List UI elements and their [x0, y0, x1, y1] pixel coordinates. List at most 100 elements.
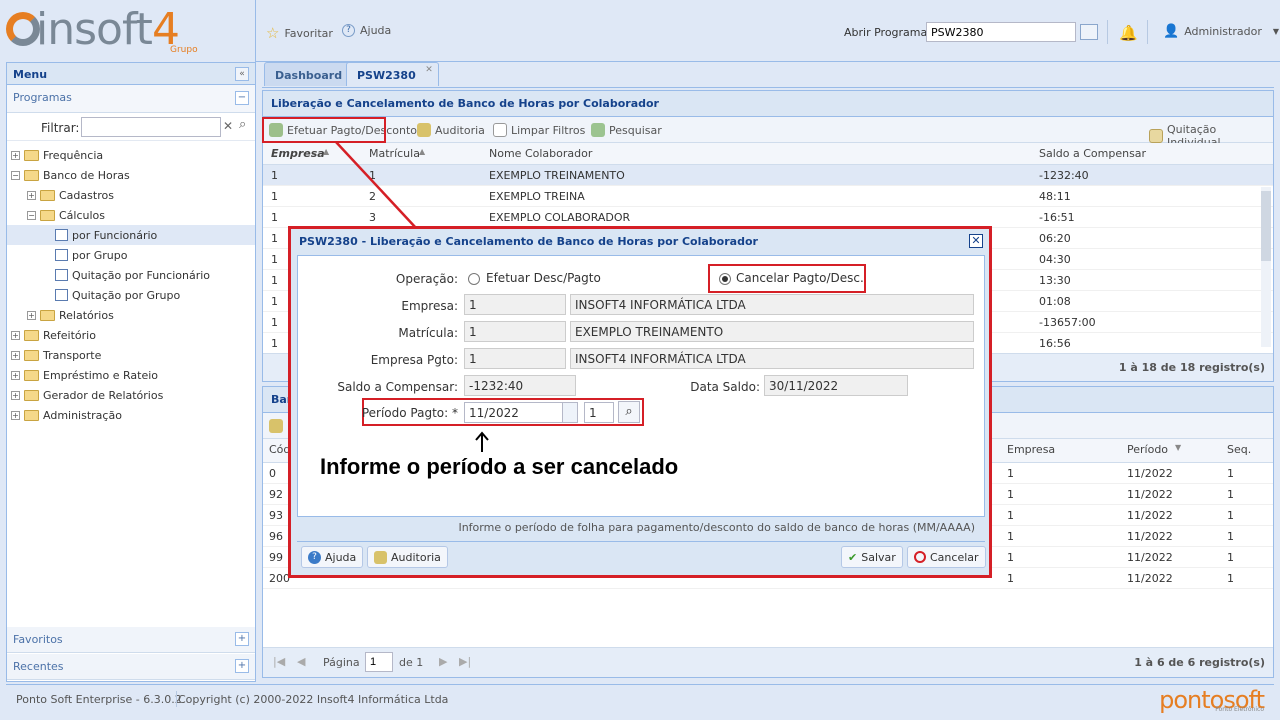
empresa-pgto-name-field: INSOFT4 INFORMÁTICA LTDA	[570, 348, 974, 369]
expand-icon[interactable]: +	[235, 659, 249, 673]
cancel-button[interactable]: Cancelar	[907, 546, 986, 568]
expand-icon[interactable]: +	[11, 410, 20, 420]
expand-icon[interactable]: +	[11, 350, 20, 360]
folder-icon	[24, 409, 39, 421]
audit-icon	[269, 419, 283, 433]
prev-page-icon[interactable]: ◀	[297, 655, 305, 668]
tree-item-relatorios[interactable]: + Relatórios	[7, 305, 255, 325]
search-button[interactable]: Pesquisar	[591, 123, 662, 137]
expand-icon[interactable]: +	[11, 330, 20, 340]
expand-icon[interactable]: +	[11, 150, 20, 160]
check-icon: ✔	[848, 550, 858, 564]
tree-item-calculos[interactable]: − Cálculos	[7, 205, 255, 225]
recent-panel-header[interactable]: Recentes +	[7, 654, 255, 680]
expand-icon[interactable]: +	[11, 390, 20, 400]
header-divider	[1147, 20, 1148, 44]
op-pay-label[interactable]: Efetuar Desc/Pagto	[486, 271, 601, 285]
chevron-down-icon: ▼	[1272, 27, 1279, 36]
clear-filter-icon[interactable]: ✕	[223, 119, 233, 133]
version-text: Ponto Soft Enterprise - 6.3.0.2	[16, 693, 182, 706]
data-saldo-field: 30/11/2022	[764, 375, 908, 396]
radio-cancel[interactable]	[719, 273, 731, 285]
tree-item-gerador-relatorios[interactable]: + Gerador de Relatórios	[7, 385, 255, 405]
radio-pay[interactable]	[468, 273, 480, 285]
pager-info: 1 à 6 de 6 registro(s)	[1134, 656, 1265, 669]
save-button[interactable]: ✔ Salvar	[841, 546, 903, 568]
help-button[interactable]: ? Ajuda	[342, 24, 391, 37]
empresa-label: Empresa:	[401, 299, 458, 313]
op-cancel-label[interactable]: Cancelar Pagto/Desc.	[736, 271, 864, 285]
tree-item-frequencia[interactable]: + Frequência	[7, 145, 255, 165]
tab-psw2380[interactable]: PSW2380 ✕	[346, 62, 439, 86]
scrollbar[interactable]	[1261, 187, 1271, 347]
clear-filters-button[interactable]: Limpar Filtros	[493, 123, 585, 137]
user-menu[interactable]: 👤 Administrador ▼	[1163, 24, 1279, 39]
collapse-icon[interactable]: −	[27, 210, 36, 220]
audit-button[interactable]	[269, 419, 283, 433]
help-button[interactable]: ? Ajuda	[301, 546, 364, 568]
tree-item-transporte[interactable]: + Transporte	[7, 345, 255, 365]
filter-input[interactable]	[81, 117, 221, 137]
page-label: Página	[323, 656, 360, 669]
close-tab-icon[interactable]: ✕	[425, 65, 433, 75]
expand-icon[interactable]: +	[27, 310, 36, 320]
folder-icon	[24, 389, 39, 401]
favorite-button[interactable]: ☆ Favoritar	[266, 24, 333, 42]
bell-icon[interactable]: 🔔	[1119, 24, 1138, 42]
col-seq[interactable]: Seq.	[1227, 443, 1251, 456]
col-nome[interactable]: Nome Colaborador	[489, 147, 592, 160]
calendar-icon[interactable]	[562, 402, 578, 423]
hint-text: Informe o período de folha para pagament…	[458, 521, 975, 534]
col-saldo[interactable]: Saldo a Compensar	[1039, 147, 1146, 160]
copyright-text: Copyright (c) 2000-2022 Insoft4 Informát…	[178, 693, 449, 706]
favorites-panel-header[interactable]: Favoritos +	[7, 627, 255, 653]
tab-dashboard[interactable]: Dashboard	[264, 62, 354, 86]
audit-button[interactable]: Auditoria	[417, 123, 485, 137]
grid-pager: |◀ ◀ Página de 1 ▶ ▶| 1 à 6 de 6 registr…	[263, 647, 1273, 677]
col-empresa[interactable]: Empresa	[1007, 443, 1055, 456]
scrollbar-thumb[interactable]	[1261, 191, 1271, 261]
expand-icon[interactable]: +	[27, 190, 36, 200]
annotation-text: Informe o período a ser cancelado	[320, 454, 679, 479]
close-icon[interactable]: ✕	[969, 234, 983, 248]
search-icon[interactable]: ⌕	[239, 117, 246, 132]
tree-item-refeitorio[interactable]: + Refeitório	[7, 325, 255, 345]
tree-item-administracao[interactable]: + Administração	[7, 405, 255, 425]
audit-button[interactable]: Auditoria	[367, 546, 448, 568]
page-input[interactable]	[365, 652, 393, 672]
matricula-label: Matrícula:	[398, 326, 458, 340]
last-page-icon[interactable]: ▶|	[459, 655, 471, 668]
arrow-up-icon	[475, 431, 489, 452]
collapse-icon[interactable]: «	[235, 67, 249, 81]
modal-divider	[297, 541, 985, 542]
tree-item-banco-de-horas[interactable]: − Banco de Horas	[7, 165, 255, 185]
collapse-programs-icon[interactable]: −	[235, 91, 249, 105]
col-empresa[interactable]: Empresa	[271, 147, 325, 160]
tree-item-por-grupo[interactable]: por Grupo	[7, 245, 255, 265]
tree-item-quitacao-grupo[interactable]: Quitação por Grupo	[7, 285, 255, 305]
connector-line	[335, 141, 417, 229]
help-icon: ?	[308, 550, 321, 564]
first-page-icon[interactable]: |◀	[273, 655, 285, 668]
edit-icon	[1149, 129, 1163, 143]
sidebar: Menu « Programas − Filtrar: ✕ ⌕ + Frequênci…	[6, 62, 256, 682]
audit-icon	[417, 123, 431, 137]
empresa-code-field: 1	[464, 294, 566, 315]
folder-icon	[40, 189, 55, 201]
periodo-seq-input[interactable]: 1	[584, 402, 614, 423]
collapse-icon[interactable]: −	[11, 170, 20, 180]
expand-icon[interactable]: +	[11, 370, 20, 380]
expand-icon[interactable]: +	[235, 632, 249, 646]
next-page-icon[interactable]: ▶	[439, 655, 447, 668]
tree-item-por-funcionario[interactable]: por Funcionário	[7, 225, 255, 245]
periodo-label: Período Pagto: *	[361, 406, 458, 420]
col-periodo[interactable]: Período	[1127, 443, 1168, 456]
folder-icon	[24, 149, 39, 161]
tree-item-cadastros[interactable]: + Cadastros	[7, 185, 255, 205]
tree-item-quitacao-funcionario[interactable]: Quitação por Funcionário	[7, 265, 255, 285]
program-list-icon[interactable]	[1080, 24, 1098, 40]
open-program-input[interactable]	[926, 22, 1076, 42]
search-icon[interactable]: ⌕	[618, 401, 640, 423]
periodo-input[interactable]: 11/2022	[464, 402, 564, 423]
tree-item-emprestimo-rateio[interactable]: + Empréstimo e Rateio	[7, 365, 255, 385]
